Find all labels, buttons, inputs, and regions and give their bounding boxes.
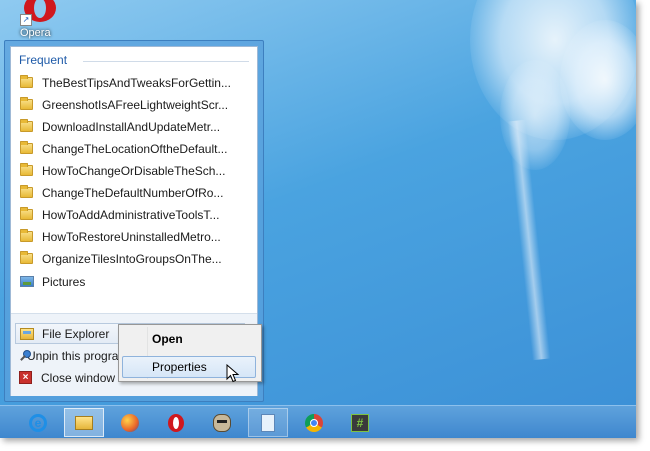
task-label: File Explorer <box>42 326 110 341</box>
gimp-icon <box>213 413 231 432</box>
jump-list-item-label: HowToChangeOrDisableTheSch... <box>42 163 226 178</box>
context-menu: Open Properties <box>118 324 262 382</box>
taskbar-button-chrome[interactable] <box>294 408 334 437</box>
menu-item-open[interactable]: Open <box>122 328 256 350</box>
jump-list-item[interactable]: HowToAddAdministrativeToolsT... <box>15 204 251 225</box>
section-divider <box>83 61 249 62</box>
file-explorer-icon <box>75 415 93 430</box>
taskbar-button-file-explorer[interactable] <box>64 408 104 437</box>
jump-list-item-label: OrganizeTilesIntoGroupsOnThe... <box>42 251 222 266</box>
taskbar-button-gimp[interactable] <box>202 408 242 437</box>
desktop-icon-label: Opera <box>20 27 51 39</box>
jump-list-item-label: GreenshotIsAFreeLightweightScr... <box>42 97 229 112</box>
folder-icon <box>20 141 33 154</box>
folder-icon <box>20 185 33 198</box>
taskbar-button-greenshot[interactable]: # <box>340 408 380 437</box>
greenshot-icon: # <box>351 413 369 432</box>
taskbar-button-internet-explorer[interactable]: e <box>18 408 58 437</box>
jump-list-item[interactable]: GreenshotIsAFreeLightweightScr... <box>15 94 251 115</box>
jump-list-item-pictures[interactable]: Pictures <box>15 271 251 292</box>
taskbar-button-notepad[interactable] <box>248 408 288 437</box>
task-label: Unpin this program from taskbar <box>27 348 123 363</box>
mouse-cursor-icon <box>226 364 240 383</box>
jump-list-item-label: ChangeTheDefaultNumberOfRo... <box>42 185 224 200</box>
close-icon: × <box>19 371 32 384</box>
internet-explorer-icon: e <box>29 413 47 432</box>
jump-list-item[interactable]: DownloadInstallAndUpdateMetr... <box>15 116 251 137</box>
jump-list-item-label: ChangeTheLocationOftheDefault... <box>42 141 228 156</box>
desktop: ↗ Opera Frequent TheBestTipsAndTweaksFor… <box>0 0 636 438</box>
taskbar: e # <box>0 405 636 438</box>
shortcut-arrow-icon: ↗ <box>20 14 32 26</box>
notepad-icon <box>261 413 275 432</box>
task-close-window[interactable]: × Close window <box>15 367 123 388</box>
taskbar-button-opera[interactable] <box>156 408 196 437</box>
firefox-icon <box>121 413 139 432</box>
folder-icon <box>20 97 33 110</box>
jump-list-section-title: Frequent <box>19 53 68 67</box>
jump-list-item[interactable]: ChangeTheDefaultNumberOfRo... <box>15 182 251 203</box>
jump-list-item[interactable]: HowToChangeOrDisableTheSch... <box>15 160 251 181</box>
task-unpin-program[interactable]: Unpin this program from taskbar <box>15 345 123 366</box>
task-label: Close window <box>41 370 116 385</box>
chrome-icon <box>305 413 323 432</box>
folder-icon <box>20 207 33 220</box>
jump-list-item[interactable]: ChangeTheLocationOftheDefault... <box>15 138 251 159</box>
jump-list-item[interactable]: HowToRestoreUninstalledMetro... <box>15 226 251 247</box>
jump-list-item-label: HowToAddAdministrativeToolsT... <box>42 207 220 222</box>
pictures-icon <box>20 276 34 287</box>
jump-list-item[interactable]: TheBestTipsAndTweaksForGettin... <box>15 72 251 93</box>
jump-list-item-label: DownloadInstallAndUpdateMetr... <box>42 119 221 134</box>
desktop-icon-opera[interactable]: ↗ <box>20 0 60 26</box>
jump-list-item-label: TheBestTipsAndTweaksForGettin... <box>42 75 231 90</box>
opera-icon <box>168 413 184 432</box>
folder-icon <box>20 119 33 132</box>
jump-list-item-label: HowToRestoreUninstalledMetro... <box>42 229 221 244</box>
jump-list-item[interactable]: OrganizeTilesIntoGroupsOnThe... <box>15 248 251 269</box>
folder-icon <box>20 163 33 176</box>
folder-icon <box>20 229 33 242</box>
folder-icon <box>20 251 33 264</box>
file-explorer-icon <box>20 327 34 340</box>
taskbar-button-firefox[interactable] <box>110 408 150 437</box>
folder-icon <box>20 75 33 88</box>
jump-list-item-label: Pictures <box>42 274 86 289</box>
